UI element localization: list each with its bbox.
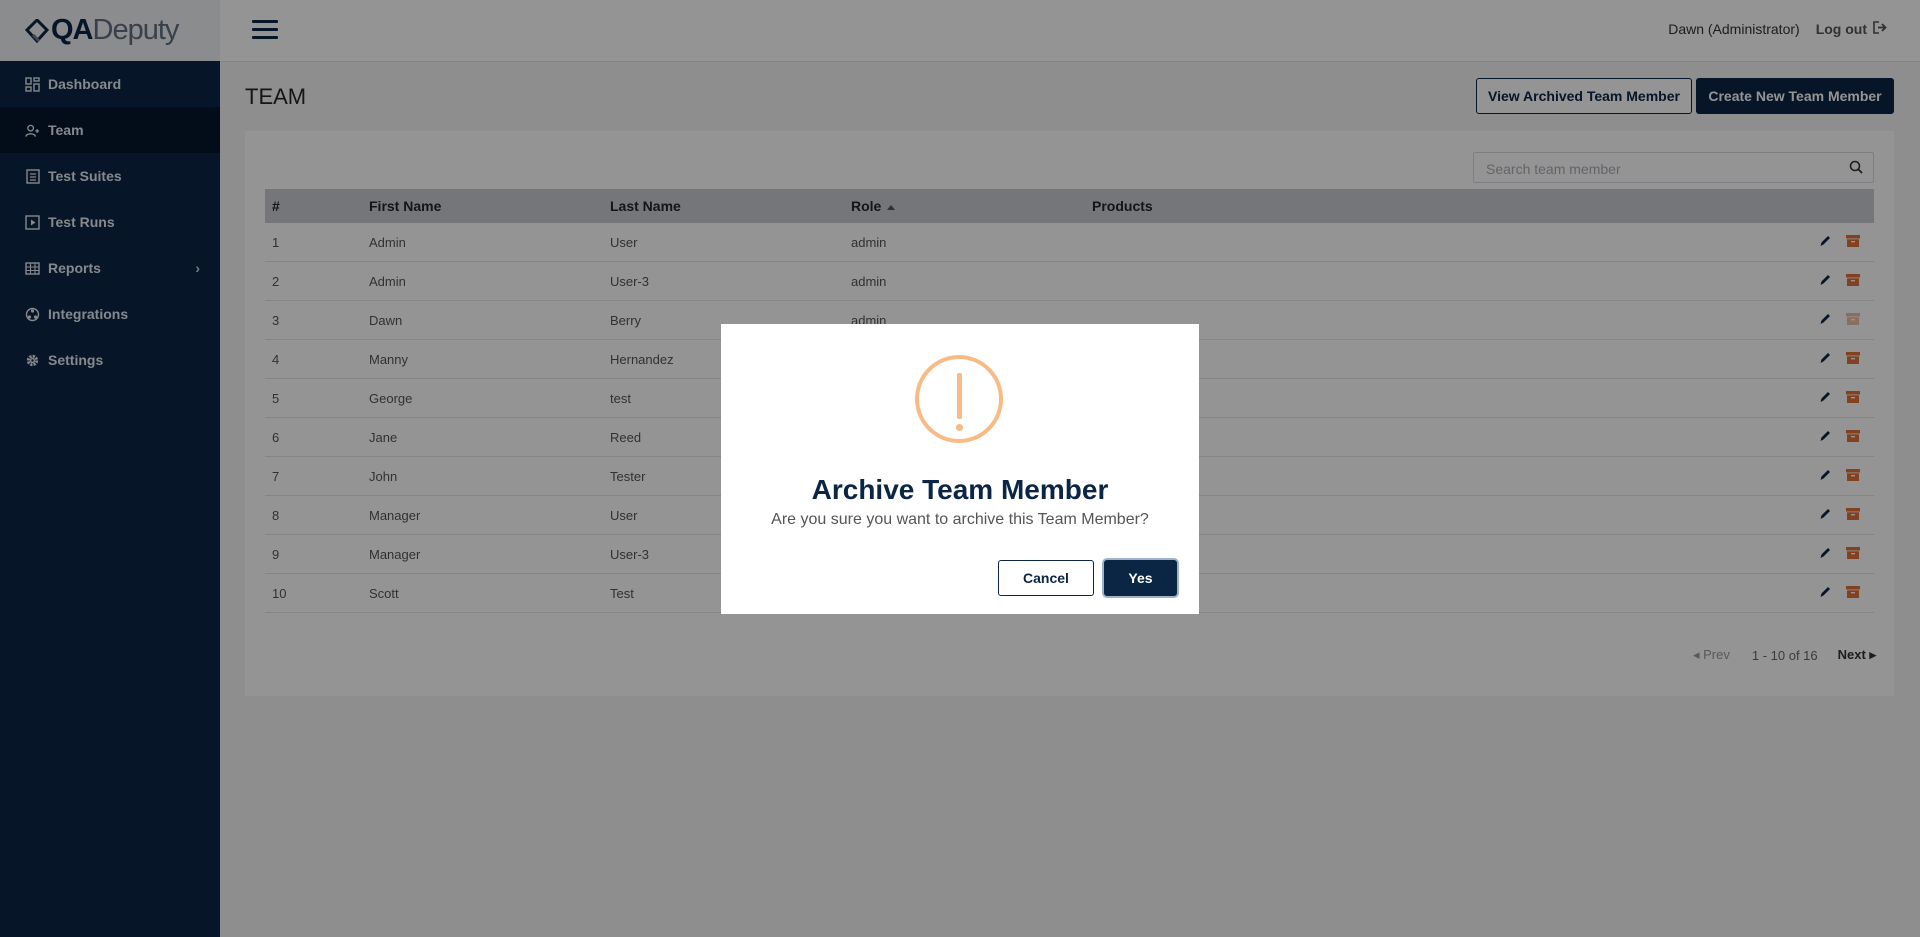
confirm-yes-button[interactable]: Yes <box>1104 560 1177 596</box>
archive-confirm-dialog: Archive Team Member Are you sure you wan… <box>721 324 1199 614</box>
dialog-message: Are you sure you want to archive this Te… <box>771 511 1149 528</box>
warning-icon <box>915 355 1003 443</box>
dialog-title: Archive Team Member <box>811 474 1109 505</box>
cancel-button[interactable]: Cancel <box>998 560 1094 596</box>
